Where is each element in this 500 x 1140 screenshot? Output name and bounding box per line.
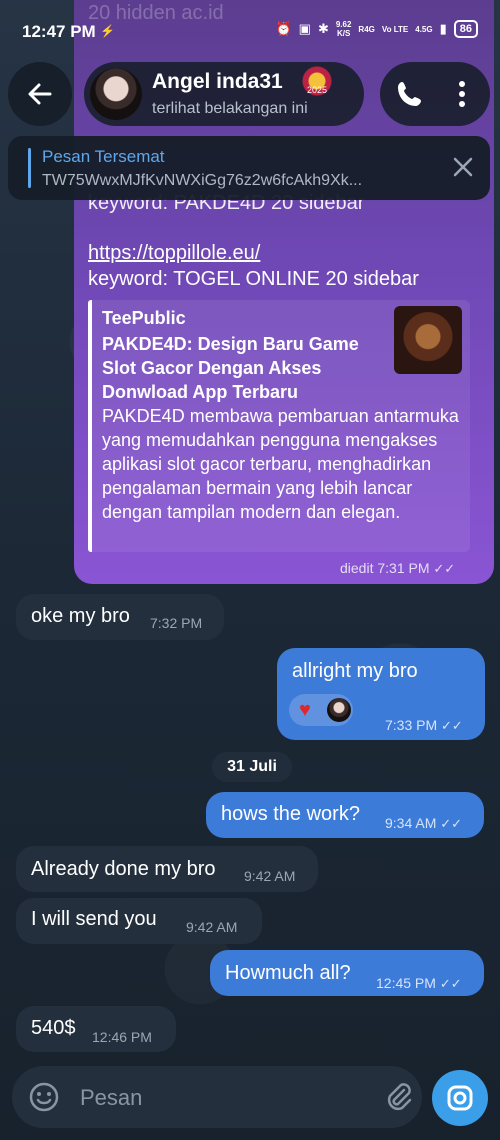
network-speed: 9.62 K/S	[336, 20, 352, 38]
pinned-accent-bar	[28, 148, 31, 188]
date-separator: 31 Juli	[212, 752, 292, 782]
reaction-avatar	[327, 698, 351, 722]
header-actions	[380, 62, 490, 126]
time-value: 9:34 AM	[385, 815, 437, 831]
camera-icon	[447, 1085, 473, 1111]
message-text: oke my bro	[31, 605, 130, 627]
back-button[interactable]	[8, 62, 72, 126]
contact-status: terlihat belakangan ini	[152, 100, 308, 117]
contact-header[interactable]: Angel inda31 2025 terlihat belakangan in…	[84, 62, 364, 126]
nfc-icon: ▣	[298, 21, 311, 36]
promo-keyword: keyword: TOGEL ONLINE 20 sidebar	[88, 268, 419, 290]
message-input[interactable]: Pesan	[80, 1085, 142, 1111]
bluetooth-icon: ✱	[317, 21, 329, 36]
message-bubble[interactable]: 540$ 12:46 PM	[16, 1006, 176, 1052]
message-text: allright my bro	[292, 660, 418, 682]
message-time: 12:45 PM ✓✓	[376, 975, 462, 992]
message-time: 9:34 AM ✓✓	[385, 815, 462, 832]
message-text: hows the work?	[221, 803, 360, 825]
signal-icon: ▮	[439, 21, 447, 36]
double-check-icon: ✓✓	[433, 561, 456, 576]
battery-indicator: 86	[453, 20, 478, 38]
back-arrow-icon	[28, 83, 52, 105]
message-time: 12:46 PM	[92, 1029, 152, 1045]
message-text: Howmuch all?	[225, 962, 351, 984]
double-check-icon: ✓✓	[440, 816, 463, 831]
edited-time: diedit 7:31 PM	[340, 560, 430, 576]
message-input-bar[interactable]: Pesan	[12, 1066, 422, 1128]
time-value: 7:33 PM	[385, 717, 438, 733]
message-time: 9:42 AM	[186, 919, 238, 935]
message-time: 7:32 PM	[150, 615, 203, 631]
speed-value: 9.62	[335, 20, 352, 29]
volte-indicator: Vo LTE	[381, 24, 409, 34]
paperclip-icon[interactable]	[382, 1080, 414, 1112]
reaction-chip[interactable]: ♥	[289, 694, 353, 726]
preview-title: PAKDE4D: Design Baru Game Slot Gacor Den…	[102, 334, 359, 402]
pinned-title: Pesan Tersemat	[42, 147, 165, 166]
message-bubble[interactable]: Already done my bro 9:42 AM	[16, 846, 318, 892]
promo-message-meta: diedit 7:31 PM ✓✓	[340, 560, 455, 577]
message-bubble[interactable]: allright my bro ♥ 7:33 PM ✓✓	[277, 648, 485, 740]
camera-button[interactable]	[432, 1070, 488, 1126]
pinned-message-bar[interactable]: Pesan Tersemat TW75WwxMJfKvNWXiGg76z2w6f…	[8, 136, 490, 200]
promo-link[interactable]: https://toppillole.eu/	[88, 242, 260, 265]
speed-unit: K/S	[336, 29, 351, 38]
phone-icon[interactable]	[394, 78, 426, 110]
premium-badge-icon: 2025	[302, 66, 332, 96]
preview-site-name: TeePublic	[102, 308, 186, 328]
status-bar: 20 hidden ac.id 12:47 PM ⚡ ⏰ ▣ ✱ 9.62 K/S…	[0, 0, 500, 60]
avatar[interactable]	[90, 68, 142, 120]
link-preview-card[interactable]: TeePublic PAKDE4D: Design Baru Game Slot…	[88, 300, 470, 552]
close-icon[interactable]	[452, 156, 474, 178]
emoji-icon[interactable]	[28, 1081, 60, 1113]
message-text: I will send you	[31, 908, 157, 930]
data-saver-icon: ⚡	[100, 24, 115, 38]
message-time: 7:33 PM ✓✓	[385, 717, 463, 734]
message-bubble[interactable]: oke my bro 7:32 PM	[16, 594, 224, 640]
alarm-icon: ⏰	[275, 21, 292, 36]
double-check-icon: ✓✓	[439, 976, 462, 991]
message-text: Already done my bro	[31, 858, 216, 880]
preview-thumbnail[interactable]	[394, 306, 462, 374]
preview-accent-bar	[88, 300, 92, 552]
pinned-text: TW75WwxMJfKvNWXiGg76z2w6fcAkh9Xk...	[42, 172, 363, 189]
message-bubble[interactable]: Howmuch all? 12:45 PM ✓✓	[210, 950, 484, 996]
contact-name: Angel inda31	[152, 70, 283, 93]
message-bubble[interactable]: hows the work? 9:34 AM ✓✓	[206, 792, 484, 838]
message-text: 540$	[31, 1017, 76, 1039]
more-options-icon[interactable]	[446, 78, 478, 110]
message-time: 9:42 AM	[244, 868, 296, 884]
network-type-2: 4.5G	[415, 24, 433, 34]
preview-description: PAKDE4D membawa pembaruan antarmuka yang…	[102, 406, 459, 522]
faded-background-text: 20 hidden ac.id	[88, 2, 224, 24]
double-check-icon: ✓✓	[441, 718, 463, 733]
status-icons: ⏰ ▣ ✱ 9.62 K/S R4G Vo LTE 4.5G ▮ 86	[275, 20, 478, 38]
message-bubble[interactable]: I will send you 9:42 AM	[16, 898, 262, 944]
time-value: 12:45 PM	[376, 975, 436, 991]
status-time: 12:47 PM	[22, 22, 96, 41]
network-type: R4G	[358, 24, 375, 34]
heart-icon: ♥	[299, 699, 311, 721]
